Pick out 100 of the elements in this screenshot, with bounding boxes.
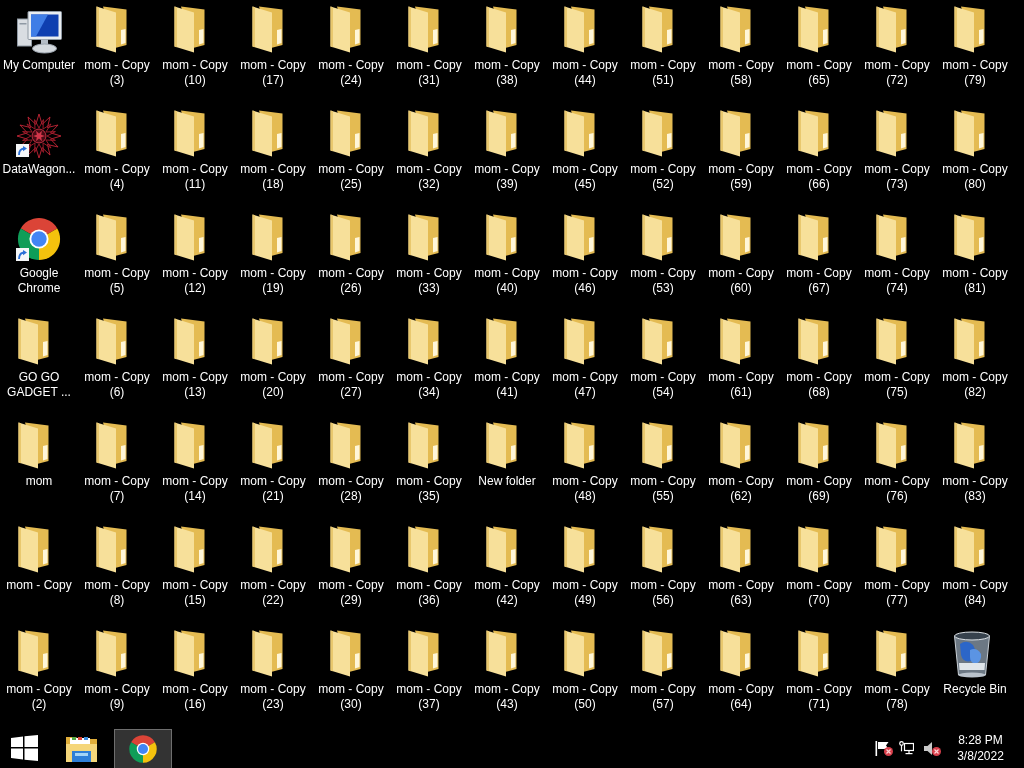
- desktop-item[interactable]: Recycle Bin: [937, 630, 1013, 697]
- desktop-item[interactable]: mom - Copy (50): [547, 630, 623, 712]
- desktop-item[interactable]: mom - Copy (76): [859, 422, 935, 504]
- desktop-item[interactable]: mom - Copy (58): [703, 6, 779, 88]
- desktop-item[interactable]: mom - Copy (39): [469, 110, 545, 192]
- desktop-item[interactable]: mom - Copy (47): [547, 318, 623, 400]
- desktop-item[interactable]: mom - Copy (26): [313, 214, 389, 296]
- desktop-item[interactable]: mom - Copy (80): [937, 110, 1013, 192]
- folder-icon: [486, 6, 517, 53]
- desktop-item[interactable]: mom - Copy (74): [859, 214, 935, 296]
- folder-icon: [330, 630, 361, 677]
- desktop-item[interactable]: mom - Copy (25): [313, 110, 389, 192]
- desktop-item[interactable]: mom - Copy (30): [313, 630, 389, 712]
- desktop-item[interactable]: mom - Copy (45): [547, 110, 623, 192]
- desktop-item[interactable]: mom - Copy (79): [937, 6, 1013, 88]
- desktop-item[interactable]: mom - Copy (51): [625, 6, 701, 88]
- folder-icon: [564, 214, 595, 261]
- desktop-item[interactable]: mom - Copy (64): [703, 630, 779, 712]
- desktop-item[interactable]: mom - Copy (78): [859, 630, 935, 712]
- desktop-item[interactable]: mom - Copy (44): [547, 6, 623, 88]
- desktop-item[interactable]: mom - Copy (14): [157, 422, 233, 504]
- desktop-item[interactable]: New folder: [469, 422, 545, 489]
- desktop-item[interactable]: mom - Copy (62): [703, 422, 779, 504]
- desktop-item[interactable]: mom - Copy (67): [781, 214, 857, 296]
- desktop-item[interactable]: mom - Copy (43): [469, 630, 545, 712]
- desktop-item[interactable]: mom - Copy (32): [391, 110, 467, 192]
- desktop-item[interactable]: mom - Copy (72): [859, 6, 935, 88]
- desktop-item[interactable]: mom - Copy (37): [391, 630, 467, 712]
- desktop-item[interactable]: mom - Copy (83): [937, 422, 1013, 504]
- desktop-item[interactable]: mom - Copy (24): [313, 6, 389, 88]
- desktop-item[interactable]: mom - Copy (70): [781, 526, 857, 608]
- desktop-item[interactable]: mom - Copy (36): [391, 526, 467, 608]
- desktop-item[interactable]: mom - Copy (81): [937, 214, 1013, 296]
- clock-button[interactable]: 8:28 PM 3/8/2022: [942, 728, 1019, 768]
- desktop-item[interactable]: mom - Copy (7): [79, 422, 155, 504]
- desktop-item[interactable]: mom - Copy (28): [313, 422, 389, 504]
- desktop-item[interactable]: mom: [1, 422, 77, 489]
- desktop-item[interactable]: mom - Copy (55): [625, 422, 701, 504]
- taskbar-app-button[interactable]: [114, 729, 172, 768]
- folder-icon: [876, 630, 907, 677]
- desktop-item[interactable]: mom - Copy: [1, 526, 77, 593]
- desktop-item[interactable]: mom - Copy (10): [157, 6, 233, 88]
- desktop-item[interactable]: mom - Copy (46): [547, 214, 623, 296]
- desktop-item[interactable]: mom - Copy (38): [469, 6, 545, 88]
- desktop-item[interactable]: mom - Copy (53): [625, 214, 701, 296]
- desktop-item[interactable]: DataWagon...: [1, 110, 77, 177]
- desktop-item[interactable]: mom - Copy (16): [157, 630, 233, 712]
- desktop-item[interactable]: mom - Copy (40): [469, 214, 545, 296]
- desktop-item[interactable]: mom - Copy (9): [79, 630, 155, 712]
- desktop-item[interactable]: mom - Copy (27): [313, 318, 389, 400]
- desktop-item[interactable]: mom - Copy (61): [703, 318, 779, 400]
- desktop-item[interactable]: mom - Copy (4): [79, 110, 155, 192]
- desktop-item[interactable]: mom - Copy (82): [937, 318, 1013, 400]
- desktop-item[interactable]: mom - Copy (66): [781, 110, 857, 192]
- folder-icon: [330, 422, 361, 469]
- desktop-item[interactable]: mom - Copy (41): [469, 318, 545, 400]
- desktop-item[interactable]: mom - Copy (56): [625, 526, 701, 608]
- desktop-item[interactable]: mom - Copy (12): [157, 214, 233, 296]
- desktop-item[interactable]: mom - Copy (2): [1, 630, 77, 712]
- desktop-item[interactable]: mom - Copy (20): [235, 318, 311, 400]
- desktop-item[interactable]: mom - Copy (18): [235, 110, 311, 192]
- desktop-item[interactable]: mom - Copy (6): [79, 318, 155, 400]
- desktop-item[interactable]: mom - Copy (17): [235, 6, 311, 88]
- desktop-item[interactable]: mom - Copy (42): [469, 526, 545, 608]
- desktop-item[interactable]: mom - Copy (35): [391, 422, 467, 504]
- folder-icon: [876, 6, 907, 53]
- desktop-item[interactable]: mom - Copy (33): [391, 214, 467, 296]
- desktop-item[interactable]: Google Chrome: [1, 214, 77, 296]
- desktop-item[interactable]: mom - Copy (49): [547, 526, 623, 608]
- desktop-item[interactable]: mom - Copy (11): [157, 110, 233, 192]
- folder-icon: [486, 630, 517, 677]
- desktop-item[interactable]: mom - Copy (19): [235, 214, 311, 296]
- desktop-item[interactable]: mom - Copy (65): [781, 6, 857, 88]
- desktop-item[interactable]: mom - Copy (57): [625, 630, 701, 712]
- desktop-item[interactable]: mom - Copy (59): [703, 110, 779, 192]
- desktop-item[interactable]: mom - Copy (84): [937, 526, 1013, 608]
- desktop-item[interactable]: mom - Copy (23): [235, 630, 311, 712]
- desktop-item[interactable]: mom - Copy (48): [547, 422, 623, 504]
- desktop-item[interactable]: My Computer: [1, 6, 77, 73]
- desktop-item[interactable]: mom - Copy (22): [235, 526, 311, 608]
- desktop-item[interactable]: mom - Copy (73): [859, 110, 935, 192]
- desktop-item[interactable]: GO GO GADGET ...: [1, 318, 77, 400]
- desktop-item[interactable]: mom - Copy (63): [703, 526, 779, 608]
- desktop-item[interactable]: mom - Copy (13): [157, 318, 233, 400]
- desktop-item[interactable]: mom - Copy (69): [781, 422, 857, 504]
- desktop-item[interactable]: mom - Copy (54): [625, 318, 701, 400]
- desktop-item[interactable]: mom - Copy (29): [313, 526, 389, 608]
- desktop-item[interactable]: mom - Copy (52): [625, 110, 701, 192]
- desktop-item[interactable]: mom - Copy (71): [781, 630, 857, 712]
- desktop-item[interactable]: mom - Copy (8): [79, 526, 155, 608]
- desktop-item[interactable]: mom - Copy (5): [79, 214, 155, 296]
- desktop-item[interactable]: mom - Copy (68): [781, 318, 857, 400]
- desktop-item[interactable]: mom - Copy (77): [859, 526, 935, 608]
- desktop-item[interactable]: mom - Copy (60): [703, 214, 779, 296]
- desktop-item[interactable]: mom - Copy (15): [157, 526, 233, 608]
- desktop-item[interactable]: mom - Copy (34): [391, 318, 467, 400]
- desktop-item[interactable]: mom - Copy (31): [391, 6, 467, 88]
- desktop-item[interactable]: mom - Copy (75): [859, 318, 935, 400]
- desktop-item[interactable]: mom - Copy (3): [79, 6, 155, 88]
- desktop-item[interactable]: mom - Copy (21): [235, 422, 311, 504]
